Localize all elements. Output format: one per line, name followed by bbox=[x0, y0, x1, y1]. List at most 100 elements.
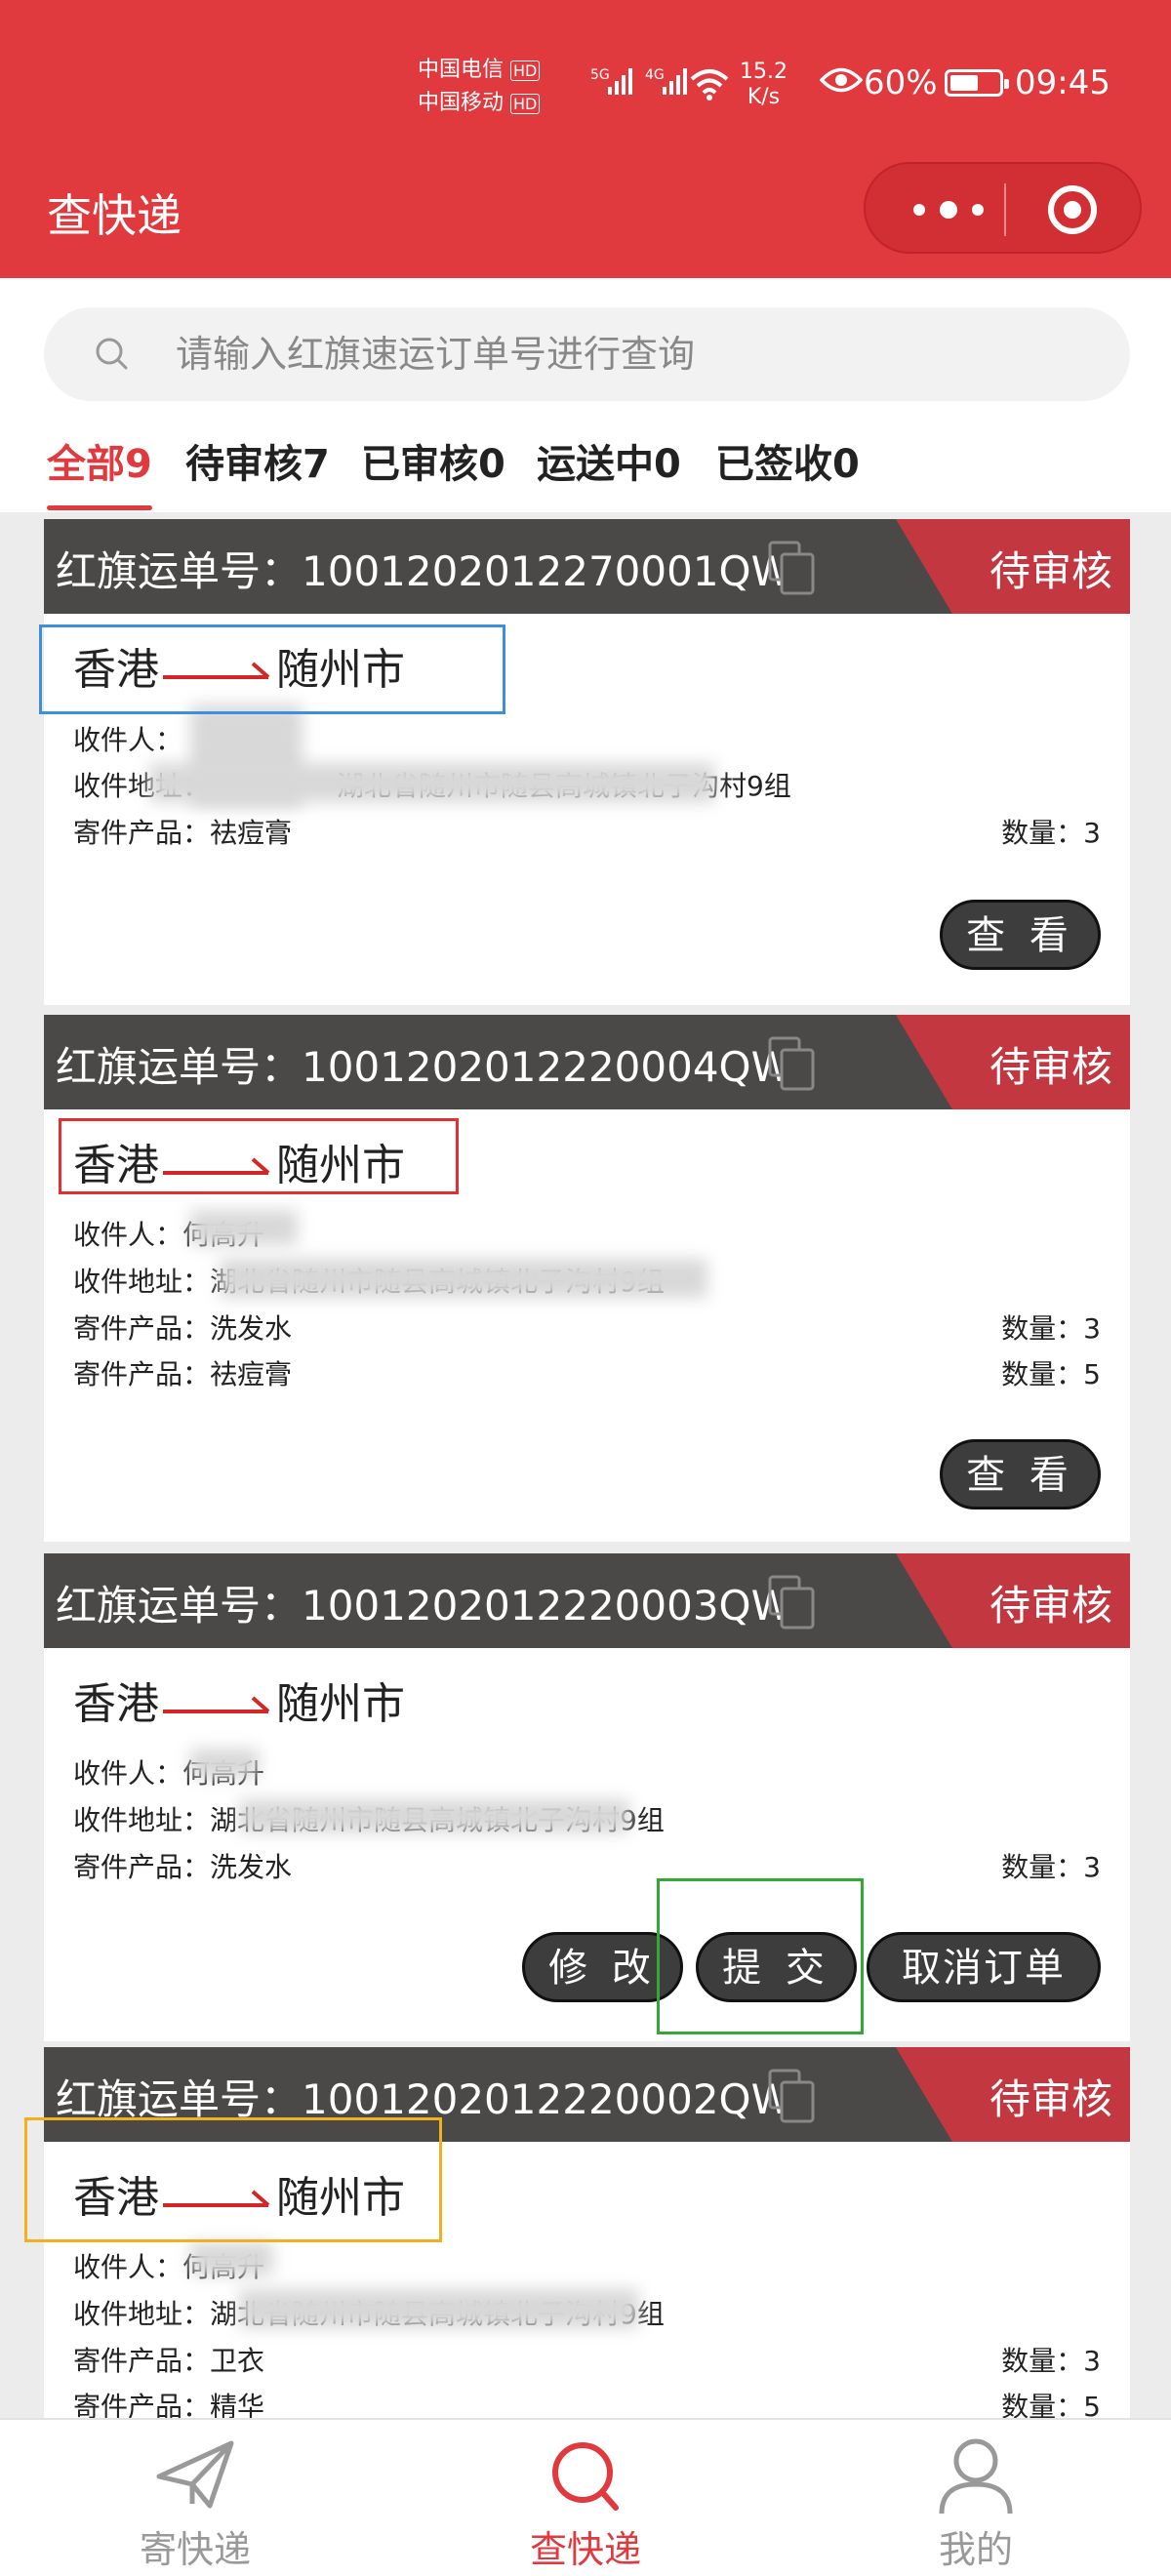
product-line: 寄件产品：洗发水 bbox=[73, 1312, 293, 1345]
route: 香港 随州市 bbox=[73, 1669, 405, 1731]
redaction bbox=[190, 1210, 298, 1245]
waybill-number: 红旗运单号：1001202012220002QW bbox=[56, 2075, 792, 2123]
quantity: 数量：5 bbox=[1001, 1358, 1101, 1390]
speed-value: 15.2 bbox=[740, 60, 787, 84]
route: 香港 随州市 bbox=[73, 634, 405, 697]
arrow-right-icon bbox=[163, 662, 270, 679]
route-to: 随州市 bbox=[276, 645, 405, 695]
route-from: 香港 bbox=[73, 2173, 159, 2223]
battery-percent: 60% bbox=[864, 63, 938, 102]
order-card-header: 红旗运单号：1001202012220004QW 待审核 bbox=[44, 1015, 1130, 1109]
tab-in-transit[interactable]: 运送中0 bbox=[537, 432, 681, 489]
arrow-right-icon bbox=[163, 2190, 270, 2207]
edit-button[interactable]: 修 改 bbox=[522, 1932, 683, 2002]
carrier-2: 中国移动 bbox=[418, 91, 505, 115]
redaction bbox=[239, 2289, 639, 2328]
route-from: 香港 bbox=[73, 1679, 159, 1729]
search-area: 全部9 待审核7 已审核0 运送中0 已签收0 bbox=[0, 278, 1171, 512]
waybill-number: 红旗运单号：1001202012220003QW bbox=[56, 1582, 792, 1630]
order-card: 红旗运单号：1001202012220002QW 待审核 香港 随州市 收件人：何… bbox=[44, 2047, 1130, 2423]
order-card: 红旗运单号：1001202012220003QW 待审核 香港 随州市 收件人：何… bbox=[44, 1553, 1130, 2041]
redaction bbox=[239, 1799, 629, 1832]
wifi-icon bbox=[690, 69, 729, 101]
order-card-header: 红旗运单号：1001202012220003QW 待审核 bbox=[44, 1553, 1130, 1648]
route-to: 随州市 bbox=[276, 1141, 405, 1190]
submit-button[interactable]: 提 交 bbox=[696, 1932, 857, 2002]
product-line: 寄件产品：洗发水 bbox=[73, 1851, 293, 1883]
copy-icon[interactable] bbox=[766, 539, 819, 597]
waybill-number: 红旗运单号：1001202012270001QW bbox=[56, 547, 792, 595]
tab-reviewed[interactable]: 已审核0 bbox=[361, 432, 505, 489]
view-button[interactable]: 查 看 bbox=[940, 900, 1101, 970]
status-label: 待审核 bbox=[989, 547, 1112, 595]
close-miniprogram-icon[interactable] bbox=[1046, 183, 1099, 236]
quantity: 数量：3 bbox=[1001, 1851, 1101, 1883]
tab-signed[interactable]: 已签收0 bbox=[715, 432, 860, 489]
miniprogram-capsule bbox=[864, 162, 1142, 254]
search-icon bbox=[552, 2442, 619, 2511]
user-icon bbox=[939, 2438, 1013, 2515]
hd-badge: HD bbox=[510, 94, 541, 114]
redaction bbox=[220, 1259, 707, 1298]
search-input[interactable] bbox=[176, 325, 1054, 383]
net-type-1: 5G bbox=[590, 67, 610, 83]
copy-icon[interactable] bbox=[766, 1573, 819, 1631]
speed-unit: K/s bbox=[747, 85, 781, 109]
waybill-number: 红旗运单号：1001202012220004QW bbox=[56, 1043, 792, 1091]
nav-label: 寄快递 bbox=[139, 2528, 251, 2571]
view-button[interactable]: 查 看 bbox=[940, 1439, 1101, 1509]
quantity: 数量：3 bbox=[1001, 817, 1101, 849]
nav-track[interactable]: 查快递 bbox=[488, 2434, 683, 2573]
hd-badge: HD bbox=[510, 60, 541, 81]
bottom-nav: 寄快递 查快递 我的 bbox=[0, 2418, 1171, 2576]
nav-me[interactable]: 我的 bbox=[878, 2434, 1073, 2573]
product-line: 寄件产品：卫衣 bbox=[73, 2345, 265, 2377]
product-line: 寄件产品：祛痘膏 bbox=[73, 817, 293, 849]
order-card-header: 红旗运单号：1001202012220002QW 待审核 bbox=[44, 2047, 1130, 2142]
route-to: 随州市 bbox=[276, 1679, 405, 1729]
copy-icon[interactable] bbox=[766, 1034, 819, 1093]
status-badge: 待审核 bbox=[896, 1015, 1130, 1109]
capsule-divider bbox=[1004, 183, 1006, 236]
status-badge: 待审核 bbox=[896, 2047, 1130, 2142]
more-icon[interactable] bbox=[905, 193, 992, 226]
copy-icon[interactable] bbox=[766, 2067, 819, 2125]
order-card-header: 红旗运单号：1001202012270001QW 待审核 bbox=[44, 519, 1130, 614]
order-card: 红旗运单号：1001202012270001QW 待审核 香港 随州市 收件人： … bbox=[44, 519, 1130, 1005]
status-badge: 待审核 bbox=[896, 519, 1130, 614]
nav-send[interactable]: 寄快递 bbox=[98, 2434, 293, 2573]
tab-all[interactable]: 全部9 bbox=[47, 432, 152, 510]
route: 香港 随州市 bbox=[73, 1130, 405, 1192]
send-icon bbox=[156, 2440, 234, 2509]
route-from: 香港 bbox=[73, 645, 159, 695]
page-title: 查快递 bbox=[47, 189, 182, 242]
redaction bbox=[149, 763, 715, 802]
clock: 09:45 bbox=[1015, 63, 1110, 102]
status-label: 待审核 bbox=[989, 2075, 1112, 2123]
search-bar[interactable] bbox=[44, 307, 1130, 401]
status-label: 待审核 bbox=[989, 1582, 1112, 1630]
route: 香港 随州市 bbox=[73, 2162, 405, 2225]
redaction bbox=[190, 2242, 273, 2275]
nav-label: 查快递 bbox=[529, 2528, 641, 2571]
status-badge: 待审核 bbox=[896, 1553, 1130, 1648]
carrier-info: 中国电信 HD 中国移动 HD bbox=[418, 54, 541, 120]
tab-pending-review[interactable]: 待审核7 bbox=[185, 432, 330, 489]
redaction bbox=[190, 1749, 259, 1778]
nav-label: 我的 bbox=[938, 2528, 1013, 2571]
quantity: 数量：3 bbox=[1001, 2345, 1101, 2377]
route-from: 香港 bbox=[73, 1141, 159, 1190]
status-bar: 中国电信 HD 中国移动 HD 5G 4G 15.2 K/s 60% 09:45 bbox=[0, 54, 1171, 122]
arrow-right-icon bbox=[163, 1696, 270, 1713]
search-icon bbox=[96, 338, 128, 370]
arrow-right-icon bbox=[163, 1157, 270, 1175]
app-header: 中国电信 HD 中国移动 HD 5G 4G 15.2 K/s 60% 09:45… bbox=[0, 0, 1171, 278]
carrier-1: 中国电信 bbox=[418, 58, 505, 82]
cancel-order-button[interactable]: 取消订单 bbox=[867, 1932, 1101, 2002]
order-card: 红旗运单号：1001202012220004QW 待审核 香港 随州市 收件人：何… bbox=[44, 1015, 1130, 1542]
status-label: 待审核 bbox=[989, 1043, 1112, 1091]
battery-icon bbox=[945, 69, 1009, 97]
eye-icon bbox=[820, 67, 863, 93]
route-to: 随州市 bbox=[276, 2173, 405, 2223]
recipient: 收件人： bbox=[73, 724, 183, 756]
